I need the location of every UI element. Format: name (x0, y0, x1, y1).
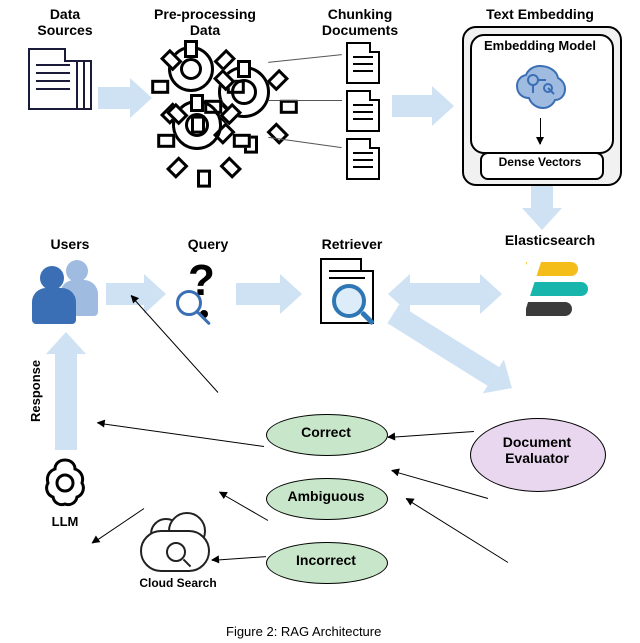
label-query: Query (178, 236, 238, 252)
label-users: Users (40, 236, 100, 252)
arrow-ambiguous-to-cloud (219, 492, 268, 521)
arrow-embed-to-es (522, 186, 562, 230)
label-data-sources: Data Sources (30, 6, 100, 38)
figure-caption: Figure 2: RAG Architecture (226, 624, 381, 639)
line-gears-to-doc2 (268, 100, 342, 101)
label-dense-vectors: Dense Vectors (480, 155, 600, 169)
label-cloud-search: Cloud Search (128, 576, 228, 590)
arrow-chunk-to-embed (392, 86, 454, 126)
label-incorrect: Incorrect (266, 552, 386, 568)
label-correct: Correct (266, 424, 386, 440)
label-doc-evaluator: Document Evaluator (474, 434, 600, 466)
arrow-llm-to-users (46, 332, 86, 450)
line-gears-to-doc1 (268, 54, 342, 63)
arrow-eval-to-correct (388, 431, 474, 438)
arrow-correct-to-llm (98, 423, 265, 447)
cloud-search-icon (140, 530, 210, 572)
arrow-cloud-to-llm (92, 508, 144, 543)
label-preprocessing: Pre-processing Data (150, 6, 260, 38)
chunk-doc-2-icon (346, 90, 380, 132)
llm-icon (38, 456, 92, 510)
label-embedding-model: Embedding Model (470, 38, 610, 53)
label-text-embedding: Text Embedding (470, 6, 610, 22)
label-retriever: Retriever (312, 236, 392, 252)
label-elasticsearch: Elasticsearch (500, 232, 600, 248)
label-llm: LLM (40, 514, 90, 529)
arrow-incorrect-to-cloud (212, 556, 266, 561)
arrow-embed-to-dense (540, 118, 541, 144)
arrow-query-to-retriever (236, 274, 302, 314)
magnifier-query-icon (176, 290, 202, 316)
chunk-doc-1-icon (346, 42, 380, 84)
elasticsearch-icon (514, 260, 584, 320)
arrow-retriever-to-evaluator (361, 297, 522, 439)
label-ambiguous: Ambiguous (266, 488, 386, 504)
label-response: Response (28, 360, 43, 422)
chunk-doc-3-icon (346, 138, 380, 180)
users-icon (30, 258, 100, 322)
retriever-icon (320, 258, 374, 324)
arrow-sources-to-preprocess (98, 78, 152, 118)
brain-icon (512, 62, 568, 112)
arrow-eval-to-incorrect (406, 498, 508, 562)
label-chunking: Chunking Documents (310, 6, 410, 38)
